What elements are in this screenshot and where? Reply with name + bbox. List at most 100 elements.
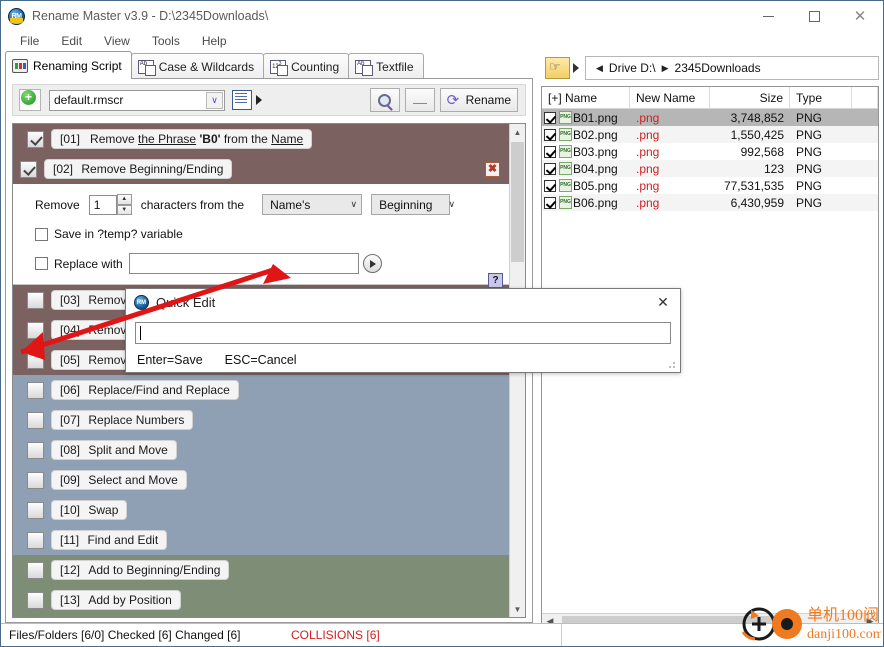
breadcrumb-drive[interactable]: Drive D:\ bbox=[609, 61, 656, 75]
save-temp-row[interactable]: Save in ?temp? variable bbox=[13, 227, 509, 241]
scroll-up-icon[interactable]: ▲ bbox=[510, 124, 525, 140]
close-button[interactable]: ✕ bbox=[837, 1, 883, 31]
table-row[interactable]: PNG B04.png .png 123 PNG bbox=[542, 160, 878, 177]
tab-counting[interactable]: 123 Counting bbox=[263, 53, 350, 79]
file-checkbox[interactable] bbox=[544, 145, 556, 158]
quick-edit-input[interactable] bbox=[135, 321, 671, 344]
file-name-cell[interactable]: PNG B01.png bbox=[542, 111, 630, 125]
rename-button[interactable]: Rename bbox=[439, 88, 518, 112]
save-temp-checkbox[interactable] bbox=[35, 227, 48, 241]
scroll-thumb[interactable] bbox=[511, 142, 524, 262]
replace-with-input[interactable] bbox=[128, 253, 359, 274]
column-header-name[interactable]: [+] Name bbox=[542, 87, 630, 108]
file-name-cell[interactable]: PNG B05.png bbox=[542, 179, 630, 193]
script-item-06[interactable]: [06] Replace/Find and Replace bbox=[13, 375, 509, 405]
script-item-checkbox[interactable] bbox=[27, 130, 44, 148]
menu-file[interactable]: File bbox=[9, 32, 50, 50]
file-name-cell[interactable]: PNG B04.png bbox=[542, 162, 630, 176]
file-name-cell[interactable]: PNG B06.png bbox=[542, 196, 630, 210]
file-checkbox[interactable] bbox=[544, 179, 556, 192]
copy-script-button[interactable] bbox=[232, 90, 252, 110]
stepper-down-icon[interactable]: ▼ bbox=[116, 204, 132, 215]
script-item-checkbox[interactable] bbox=[27, 591, 44, 609]
breadcrumb-back-icon[interactable]: ◀ bbox=[596, 63, 603, 74]
folder-hand-icon[interactable] bbox=[545, 57, 570, 79]
resize-grip-icon[interactable] bbox=[668, 360, 677, 369]
chevron-down-icon[interactable]: ∨ bbox=[206, 91, 223, 109]
scroll-down-icon[interactable]: ▼ bbox=[510, 601, 525, 617]
column-header-size[interactable]: Size bbox=[710, 87, 790, 108]
script-item-01[interactable]: [01] Remove the Phrase 'B0' from the Nam… bbox=[13, 124, 509, 154]
menu-help[interactable]: Help bbox=[191, 32, 238, 50]
script-item-12[interactable]: [12] Add to Beginning/Ending bbox=[13, 555, 509, 585]
breadcrumb[interactable]: ◀ Drive D:\ ▶ 2345Downloads bbox=[585, 56, 879, 80]
position-select[interactable]: Beginning ∨ bbox=[371, 194, 455, 215]
png-file-icon: PNG bbox=[559, 145, 572, 158]
stepper-up-icon[interactable]: ▲ bbox=[116, 194, 132, 205]
breadcrumb-folder[interactable]: 2345Downloads bbox=[675, 61, 761, 75]
script-item-02-header[interactable]: [02] Remove Beginning/Ending ✖ bbox=[13, 154, 509, 184]
target-select[interactable]: Name's ∨ bbox=[262, 194, 363, 215]
file-checkbox[interactable] bbox=[544, 162, 556, 175]
close-icon[interactable]: ✕ bbox=[646, 289, 680, 316]
script-item-checkbox[interactable] bbox=[27, 501, 44, 519]
tab-textfile[interactable]: Ab Textfile bbox=[348, 53, 424, 79]
script-item-checkbox[interactable] bbox=[27, 381, 44, 399]
minimize-button[interactable] bbox=[745, 1, 791, 31]
play-arrow-icon[interactable] bbox=[256, 95, 262, 105]
script-item-checkbox[interactable] bbox=[27, 471, 44, 489]
maximize-button[interactable] bbox=[791, 1, 837, 31]
file-name: B01.png bbox=[573, 110, 618, 125]
table-row[interactable]: PNG B01.png .png 3,748,852 PNG bbox=[542, 109, 878, 126]
script-item-10[interactable]: [10] Swap bbox=[13, 495, 509, 525]
script-item-checkbox[interactable] bbox=[27, 411, 44, 429]
script-item-checkbox[interactable] bbox=[27, 351, 44, 369]
replace-with-row[interactable]: Replace with bbox=[13, 253, 509, 274]
remove-count-stepper[interactable]: ▲ ▼ bbox=[116, 194, 132, 215]
script-item-number: [02] bbox=[53, 162, 74, 176]
table-row[interactable]: PNG B05.png .png 77,531,535 PNG bbox=[542, 177, 878, 194]
script-item-11[interactable]: [11] Find and Edit bbox=[13, 525, 509, 555]
tab-renaming-script[interactable]: Renaming Script bbox=[5, 51, 132, 79]
replace-play-button[interactable] bbox=[362, 254, 382, 273]
script-item-checkbox[interactable] bbox=[27, 561, 44, 579]
close-icon[interactable]: ✖ bbox=[485, 161, 500, 177]
script-file-value: default.rmscr bbox=[54, 93, 124, 107]
script-item-label: [01] Remove the Phrase 'B0' from the Nam… bbox=[51, 129, 313, 149]
menu-view[interactable]: View bbox=[93, 32, 141, 50]
file-name-cell[interactable]: PNG B02.png bbox=[542, 128, 630, 142]
script-item-label: [06] Replace/Find and Replace bbox=[51, 380, 239, 400]
file-checkbox[interactable] bbox=[544, 128, 556, 141]
column-header-new-name[interactable]: New Name bbox=[630, 87, 710, 108]
script-item-02[interactable]: [02] Remove Beginning/Ending ✖ Remove 1 bbox=[13, 154, 509, 288]
script-file-combo[interactable]: default.rmscr ∨ bbox=[49, 89, 225, 111]
breadcrumb-separator-icon[interactable]: ▶ bbox=[662, 63, 669, 74]
script-item-13[interactable]: [13] Add by Position bbox=[13, 585, 509, 615]
file-name-cell[interactable]: PNG B03.png bbox=[542, 145, 630, 159]
script-item-checkbox[interactable] bbox=[27, 531, 44, 549]
menu-tools[interactable]: Tools bbox=[141, 32, 191, 50]
script-item-checkbox[interactable] bbox=[20, 160, 37, 178]
file-checkbox[interactable] bbox=[544, 196, 556, 209]
tab-case-wildcards[interactable]: Ab Case & Wildcards bbox=[130, 53, 265, 79]
folder-dropdown-icon[interactable] bbox=[573, 63, 579, 73]
undo-button[interactable] bbox=[404, 88, 435, 112]
table-row[interactable]: PNG B03.png .png 992,568 PNG bbox=[542, 143, 878, 160]
remove-count-input[interactable]: 1 bbox=[88, 194, 117, 215]
file-checkbox[interactable] bbox=[544, 111, 556, 124]
new-script-button[interactable] bbox=[19, 89, 41, 111]
script-item-14[interactable]: [14] Add Before/After bbox=[13, 615, 509, 617]
column-header-type[interactable]: Type bbox=[790, 87, 852, 108]
replace-with-checkbox[interactable] bbox=[35, 257, 48, 270]
script-item-08[interactable]: [08] Split and Move bbox=[13, 435, 509, 465]
menu-edit[interactable]: Edit bbox=[50, 32, 93, 50]
table-row[interactable]: PNG B06.png .png 6,430,959 PNG bbox=[542, 194, 878, 211]
script-item-checkbox[interactable] bbox=[27, 321, 44, 339]
script-item-07[interactable]: [07] Replace Numbers bbox=[13, 405, 509, 435]
script-item-checkbox[interactable] bbox=[27, 291, 44, 309]
preview-button[interactable] bbox=[369, 88, 400, 112]
script-item-label: [13] Add by Position bbox=[51, 590, 181, 610]
table-row[interactable]: PNG B02.png .png 1,550,425 PNG bbox=[542, 126, 878, 143]
script-item-09[interactable]: [09] Select and Move bbox=[13, 465, 509, 495]
script-item-checkbox[interactable] bbox=[27, 441, 44, 459]
